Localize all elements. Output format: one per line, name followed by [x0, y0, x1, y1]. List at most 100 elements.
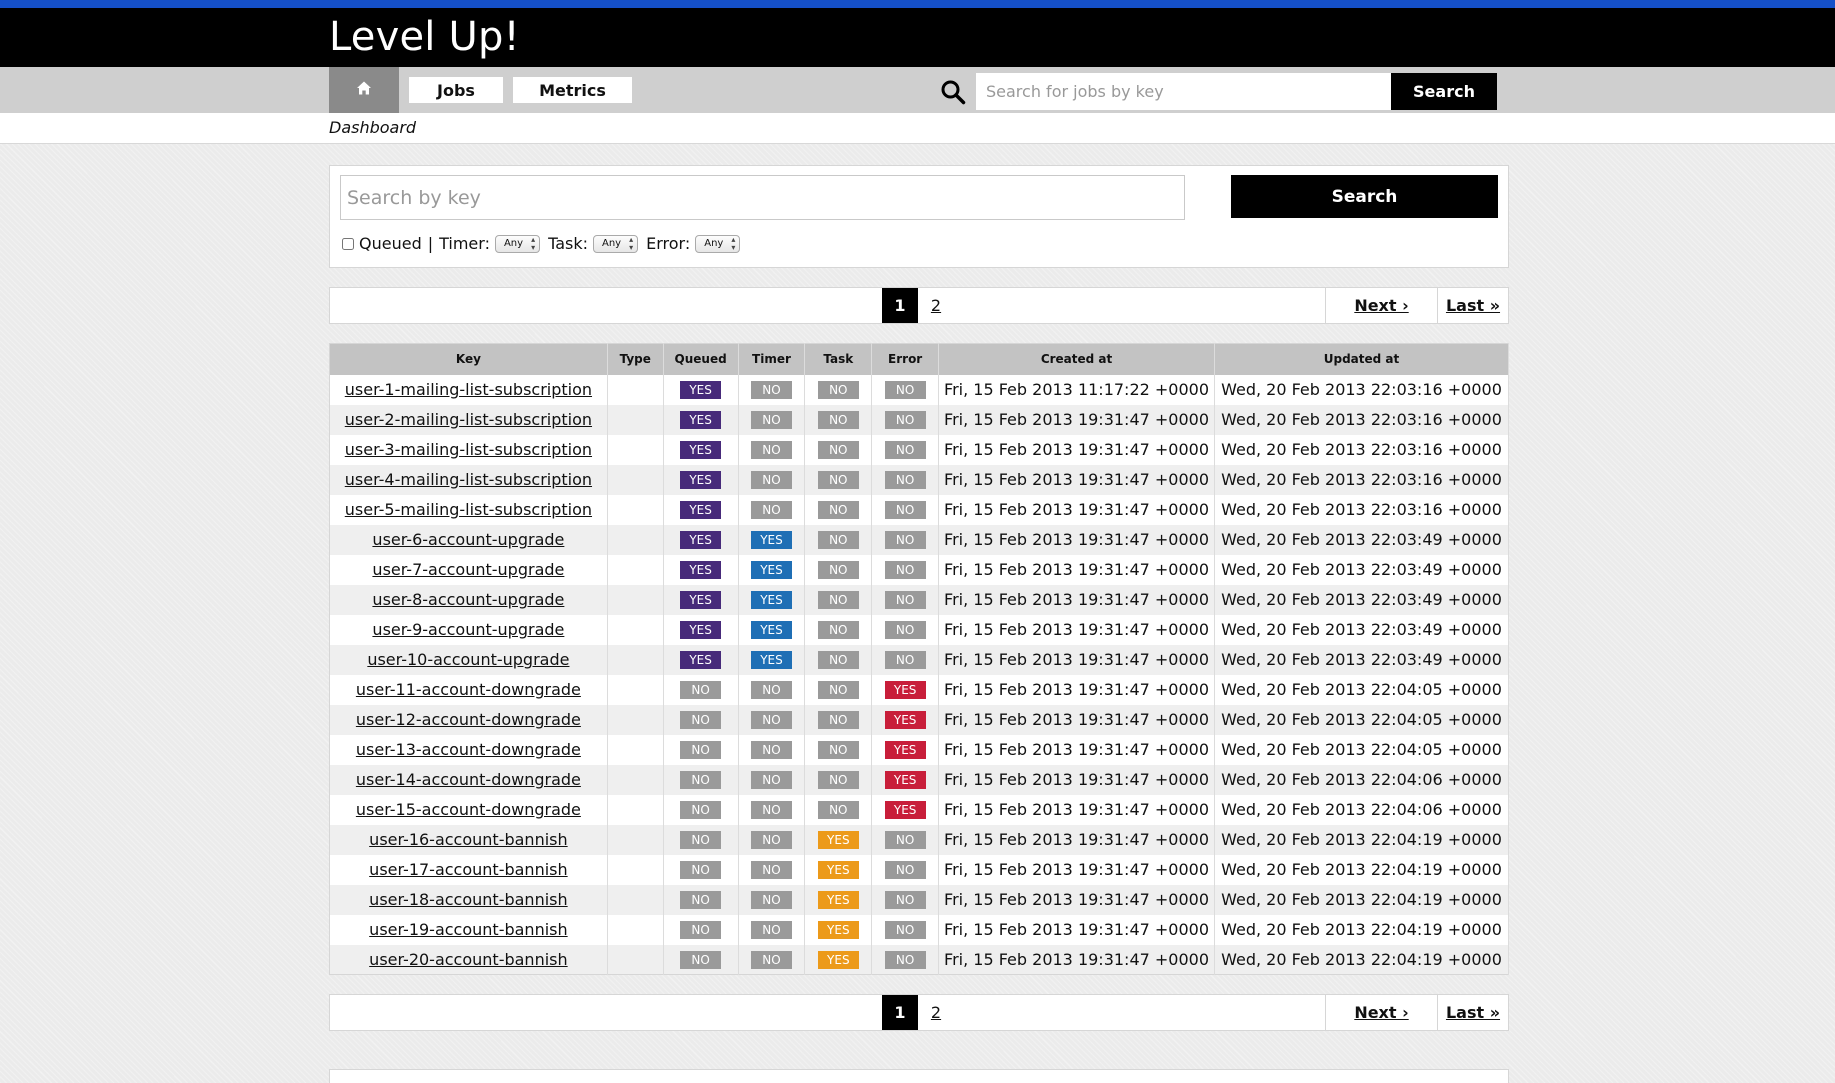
- table-row: user-13-account-downgrade NO NO NO YES Fri, 1…: [329, 734, 1509, 765]
- created-at-cell: Fri, 15 Feb 2013 19:31:47 +0000: [938, 884, 1215, 915]
- task-cell: NO: [804, 644, 873, 675]
- job-key-link[interactable]: user-11-account-downgrade: [356, 680, 581, 699]
- job-key-link[interactable]: user-7-account-upgrade: [372, 560, 564, 579]
- job-key-link[interactable]: user-17-account-bannish: [369, 860, 567, 879]
- column-header: Key: [329, 343, 608, 375]
- table-row: user-10-account-upgrade YES YES NO NO Fri, 15…: [329, 644, 1509, 675]
- task-status-badge: YES: [817, 891, 859, 910]
- job-key-link[interactable]: user-20-account-bannish: [369, 950, 567, 969]
- last-page-link[interactable]: Last »: [1437, 995, 1508, 1030]
- task-status-badge: NO: [817, 741, 859, 760]
- nav-metrics-button[interactable]: Metrics: [513, 77, 632, 103]
- error-cell: YES: [871, 674, 940, 705]
- timer-status-badge: NO: [750, 441, 792, 460]
- task-status-badge: NO: [817, 411, 859, 430]
- job-key-link[interactable]: user-15-account-downgrade: [356, 800, 581, 819]
- type-cell: [607, 884, 664, 915]
- job-key-link[interactable]: user-16-account-bannish: [369, 830, 567, 849]
- type-cell: [607, 674, 664, 705]
- key-cell: user-4-mailing-list-subscription: [329, 464, 608, 495]
- job-key-link[interactable]: user-1-mailing-list-subscription: [345, 380, 592, 399]
- timer-cell: NO: [738, 944, 806, 975]
- home-button[interactable]: [329, 67, 399, 113]
- nav-jobs-button[interactable]: Jobs: [409, 77, 503, 103]
- header-search-input[interactable]: [976, 73, 1391, 110]
- timer-cell: YES: [738, 524, 806, 555]
- table-row: user-7-account-upgrade YES YES NO NO Fri, 15 …: [329, 554, 1509, 585]
- error-status-badge: NO: [884, 591, 926, 610]
- error-cell: NO: [871, 404, 940, 435]
- job-key-link[interactable]: user-13-account-downgrade: [356, 740, 581, 759]
- queued-status-badge: NO: [680, 891, 722, 910]
- timer-cell: NO: [738, 434, 806, 465]
- key-cell: user-20-account-bannish: [329, 944, 608, 975]
- timer-status-badge: NO: [750, 951, 792, 969]
- job-key-link[interactable]: user-4-mailing-list-subscription: [345, 470, 592, 489]
- key-cell: user-18-account-bannish: [329, 884, 608, 915]
- timer-filter-select[interactable]: Any ▴ ▾: [494, 234, 541, 253]
- queued-status-badge: YES: [680, 411, 722, 430]
- type-cell: [607, 434, 664, 465]
- task-cell: YES: [804, 884, 873, 915]
- table-row: user-6-account-upgrade YES YES NO NO Fri, 15 …: [329, 524, 1509, 555]
- job-key-link[interactable]: user-18-account-bannish: [369, 890, 567, 909]
- queued-status-badge: NO: [680, 831, 722, 850]
- task-filter-value: Any: [602, 238, 622, 249]
- queued-status-badge: NO: [680, 681, 722, 700]
- job-key-link[interactable]: user-12-account-downgrade: [356, 710, 581, 729]
- updated-at-cell: Wed, 20 Feb 2013 22:03:49 +0000: [1214, 614, 1509, 645]
- error-status-badge: NO: [884, 531, 926, 550]
- job-key-link[interactable]: user-5-mailing-list-subscription: [345, 500, 592, 519]
- error-status-badge: YES: [884, 801, 926, 820]
- timer-status-badge: NO: [750, 801, 792, 820]
- pagination-bottom: 1 2 Next › Last »: [329, 994, 1509, 1031]
- error-status-badge: NO: [884, 951, 926, 969]
- last-page-link[interactable]: Last »: [1437, 288, 1508, 323]
- timer-status-badge: YES: [750, 591, 792, 610]
- error-cell: NO: [871, 524, 940, 555]
- page-1-link[interactable]: 1: [882, 288, 918, 323]
- task-status-badge: NO: [817, 651, 859, 670]
- page-2-link[interactable]: 2: [918, 995, 954, 1030]
- key-search-button[interactable]: Search: [1231, 175, 1498, 218]
- job-key-link[interactable]: user-19-account-bannish: [369, 920, 567, 939]
- task-status-badge: NO: [817, 801, 859, 820]
- timer-status-badge: NO: [750, 471, 792, 490]
- timer-status-badge: NO: [750, 681, 792, 700]
- job-key-link[interactable]: user-3-mailing-list-subscription: [345, 440, 592, 459]
- task-cell: NO: [804, 524, 873, 555]
- error-cell: NO: [871, 554, 940, 585]
- timer-status-badge: NO: [750, 711, 792, 730]
- next-page-link[interactable]: Next ›: [1325, 995, 1437, 1030]
- task-status-badge: NO: [817, 771, 859, 790]
- page-2-link[interactable]: 2: [918, 288, 954, 323]
- queued-cell: NO: [663, 734, 739, 765]
- job-key-link[interactable]: user-14-account-downgrade: [356, 770, 581, 789]
- timer-status-badge: YES: [750, 531, 792, 550]
- header-search-button[interactable]: Search: [1391, 73, 1497, 110]
- task-filter-select[interactable]: Any ▴ ▾: [593, 234, 639, 253]
- job-key-link[interactable]: user-8-account-upgrade: [372, 590, 564, 609]
- page-1-link[interactable]: 1: [882, 995, 918, 1030]
- error-status-badge: NO: [884, 501, 926, 520]
- task-cell: YES: [804, 944, 873, 975]
- key-search-input[interactable]: [340, 175, 1185, 220]
- job-key-link[interactable]: user-6-account-upgrade: [372, 530, 564, 549]
- queued-status-badge: YES: [680, 561, 722, 580]
- queued-checkbox[interactable]: [342, 237, 354, 250]
- error-filter-select[interactable]: Any ▴ ▾: [695, 234, 741, 253]
- type-cell: [607, 524, 664, 555]
- updated-at-cell: Wed, 20 Feb 2013 22:04:06 +0000: [1214, 764, 1509, 795]
- timer-cell: NO: [738, 404, 806, 435]
- job-key-link[interactable]: user-9-account-upgrade: [372, 620, 564, 639]
- created-at-cell: Fri, 15 Feb 2013 19:31:47 +0000: [938, 734, 1215, 765]
- queued-cell: YES: [663, 434, 739, 465]
- next-page-link[interactable]: Next ›: [1325, 288, 1437, 323]
- updated-at-cell: Wed, 20 Feb 2013 22:03:49 +0000: [1214, 554, 1509, 585]
- job-key-link[interactable]: user-10-account-upgrade: [367, 650, 569, 669]
- table-row: user-15-account-downgrade NO NO NO YES Fri, 1…: [329, 794, 1509, 825]
- error-cell: NO: [871, 614, 940, 645]
- job-key-link[interactable]: user-2-mailing-list-subscription: [345, 410, 592, 429]
- error-cell: YES: [871, 764, 940, 795]
- queued-cell: NO: [663, 794, 739, 825]
